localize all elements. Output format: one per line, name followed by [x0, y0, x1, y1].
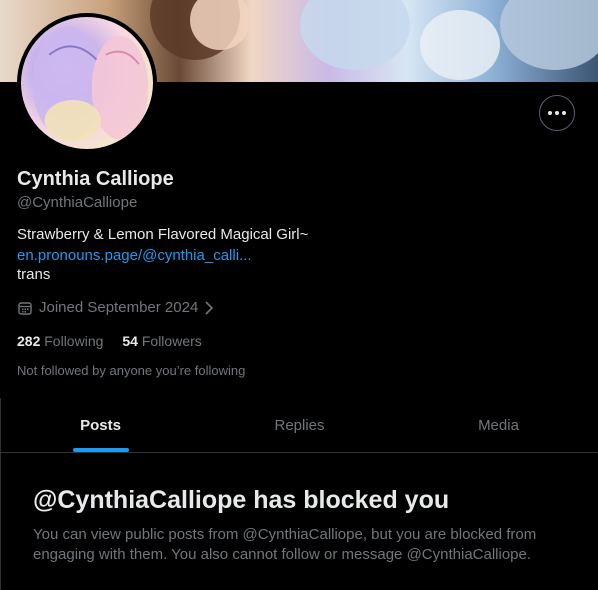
more-options-button[interactable] — [539, 95, 575, 131]
tab-posts[interactable]: Posts — [1, 398, 200, 452]
joined-date-label: Joined September 2024 — [39, 299, 199, 316]
follow-stats: 282 Following 54 Followers — [17, 333, 202, 349]
profile-handle: @CynthiaCalliope — [17, 194, 138, 211]
tab-media-label: Media — [478, 416, 519, 434]
following-count: 282 — [17, 333, 41, 349]
joined-date[interactable]: Joined September 2024 — [17, 299, 214, 316]
chevron-right-icon — [205, 300, 214, 315]
followers-count: 54 — [122, 333, 138, 349]
calendar-icon — [18, 301, 32, 315]
profile-name: Cynthia Calliope — [17, 168, 174, 190]
tab-posts-label: Posts — [80, 416, 121, 434]
more-horizontal-icon-dot — [562, 111, 566, 115]
profile-bio: Strawberry & Lemon Flavored Magical Girl… — [17, 226, 309, 243]
profile-link[interactable]: en.pronouns.page/@cynthia_calli... — [17, 247, 252, 264]
tab-replies[interactable]: Replies — [200, 398, 399, 452]
avatar[interactable] — [17, 13, 157, 153]
blocked-title: @CynthiaCalliope has blocked you — [33, 486, 450, 514]
column-divider — [0, 453, 1, 590]
following-stat[interactable]: 282 Following — [17, 333, 103, 349]
banner-art — [500, 0, 598, 70]
followers-stat[interactable]: 54 Followers — [122, 333, 201, 349]
active-tab-indicator — [72, 448, 129, 452]
banner-art — [420, 10, 500, 80]
more-horizontal-icon-dot — [555, 111, 559, 115]
avatar-illustration — [32, 26, 149, 142]
blocked-description: You can view public posts from @CynthiaC… — [33, 526, 537, 563]
profile-tabs: Posts Replies Media — [0, 398, 598, 453]
tab-replies-label: Replies — [274, 416, 325, 434]
more-horizontal-icon — [548, 111, 552, 115]
followers-label: Followers — [141, 333, 202, 349]
tab-media[interactable]: Media — [399, 398, 598, 452]
followed-by-text: Not followed by anyone you’re following — [17, 363, 246, 378]
profile-bio-line2: trans — [17, 266, 51, 283]
following-label: Following — [44, 333, 104, 349]
banner-art — [300, 0, 410, 70]
